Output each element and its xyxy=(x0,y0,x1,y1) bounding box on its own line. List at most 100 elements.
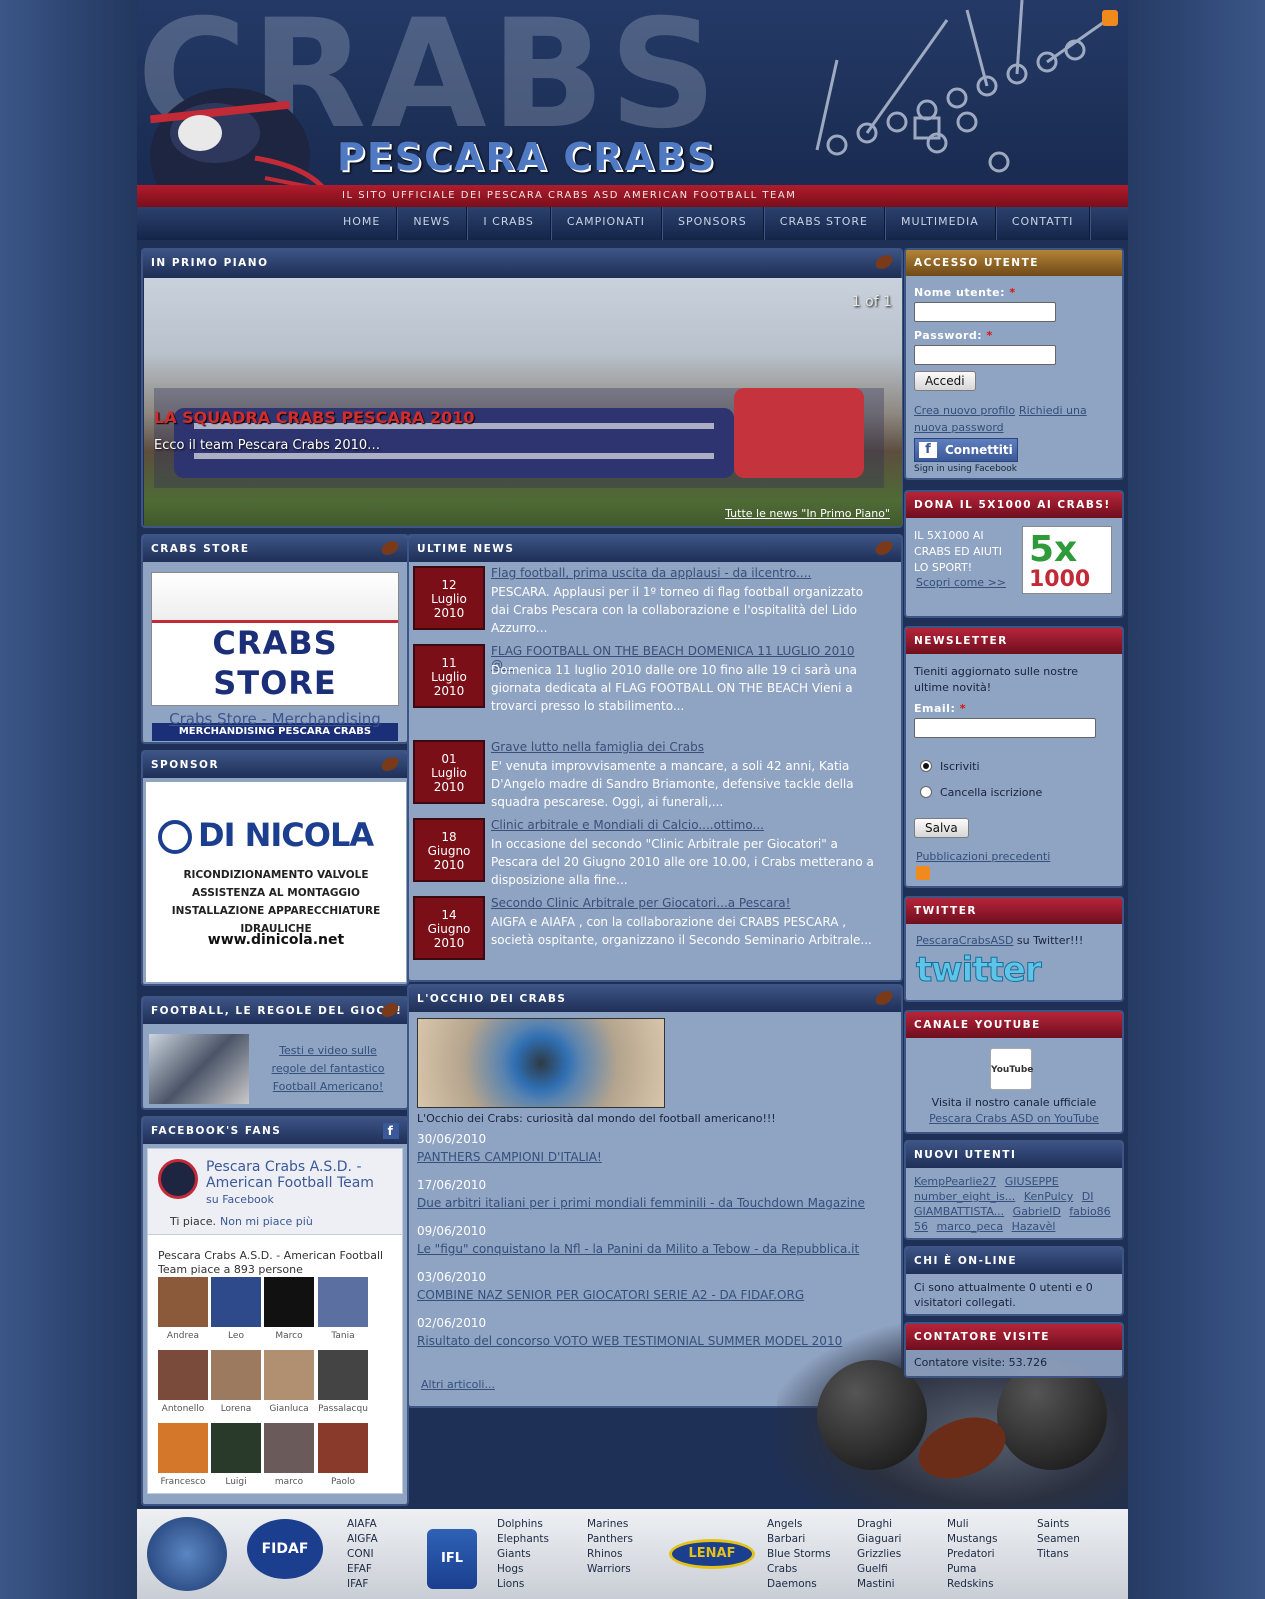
newsletter-save-button[interactable]: Salva xyxy=(914,818,969,838)
twitter-logo[interactable]: twitter xyxy=(916,950,1043,991)
create-account-link[interactable]: Crea nuovo profilo xyxy=(914,404,1015,417)
nav-news[interactable]: NEWS xyxy=(397,207,468,240)
fan-avatar[interactable] xyxy=(318,1277,368,1327)
footer-link[interactable]: Panthers xyxy=(587,1532,633,1547)
footer-link[interactable]: Warriors xyxy=(587,1562,633,1577)
crabs-store-logo[interactable]: CRABS STORE MERCHANDISING PESCARA CRABS xyxy=(151,572,399,741)
footer-link[interactable]: AIGFA xyxy=(347,1532,378,1547)
fan-avatar[interactable] xyxy=(264,1277,314,1327)
nav-sponsors[interactable]: SPONSORS xyxy=(662,207,764,240)
footer-link[interactable]: Guelfi xyxy=(857,1562,901,1577)
fan-name[interactable]: marco xyxy=(264,1477,314,1487)
new-user-link[interactable]: KenPulcy xyxy=(1024,1190,1073,1203)
occhio-article-link[interactable]: PANTHERS CAMPIONI D'ITALIA! xyxy=(417,1150,602,1164)
nav-multimedia[interactable]: MULTIMEDIA xyxy=(885,207,996,240)
nav-i-crabs[interactable]: I CRABS xyxy=(467,207,551,240)
fan-avatar[interactable] xyxy=(158,1277,208,1327)
all-featured-link[interactable]: Tutte le news "In Primo Piano" xyxy=(725,507,890,520)
occhio-article-link[interactable]: Le "figu" conquistano la Nfl - la Panini… xyxy=(417,1242,859,1256)
footer-link[interactable]: Mustangs xyxy=(947,1532,998,1547)
footer-link[interactable]: Grizzlies xyxy=(857,1547,901,1562)
fan-avatar[interactable] xyxy=(264,1423,314,1473)
new-user-link[interactable]: Hazavèl xyxy=(1012,1220,1056,1233)
youtube-link[interactable]: Pescara Crabs ASD on YouTube xyxy=(906,1112,1122,1125)
facebook-connect-button[interactable]: f Connettiti xyxy=(914,438,1018,462)
fb-page-avatar[interactable] xyxy=(158,1159,198,1199)
fb-page-name[interactable]: Pescara Crabs A.S.D. - American Football… xyxy=(206,1159,396,1191)
rss-icon[interactable] xyxy=(916,866,930,880)
subscribe-radio[interactable] xyxy=(920,760,932,772)
fan-name[interactable]: Paolo xyxy=(318,1477,368,1487)
nav-home[interactable]: HOME xyxy=(327,207,398,240)
fan-name[interactable]: Andrea xyxy=(158,1331,208,1341)
footer-link[interactable]: Seamen xyxy=(1037,1532,1080,1547)
footer-link[interactable]: IFAF xyxy=(347,1577,378,1592)
fan-name[interactable]: Passalacqu xyxy=(318,1404,368,1414)
news-title-link[interactable]: Flag football, prima uscita da applausi … xyxy=(491,566,811,580)
news-title-link[interactable]: Clinic arbitrale e Mondiali di Calcio...… xyxy=(491,818,764,832)
fan-name[interactable]: Leo xyxy=(211,1331,261,1341)
footer-link[interactable]: Draghi xyxy=(857,1517,901,1532)
footer-link[interactable]: AIAFA xyxy=(347,1517,378,1532)
fan-avatar[interactable] xyxy=(211,1350,261,1400)
footer-link[interactable]: Mastini xyxy=(857,1577,901,1592)
new-user-link[interactable]: GIUSEPPE xyxy=(1005,1175,1059,1188)
footer-link[interactable]: EFAF xyxy=(347,1562,378,1577)
footer-link[interactable]: Barbari xyxy=(767,1532,831,1547)
username-input[interactable] xyxy=(914,302,1056,322)
fan-avatar[interactable] xyxy=(318,1423,368,1473)
fan-name[interactable]: Marco xyxy=(264,1331,314,1341)
crabs-store-link[interactable]: Crabs Store - Merchandising xyxy=(143,710,407,728)
footer-link[interactable]: Blue Storms xyxy=(767,1547,831,1562)
footer-link[interactable]: Daemons xyxy=(767,1577,831,1592)
fan-avatar[interactable] xyxy=(158,1350,208,1400)
footer-link[interactable]: Predatori xyxy=(947,1547,998,1562)
featured-title[interactable]: LA SQUADRA CRABS PESCARA 2010 xyxy=(154,408,475,427)
nav-campionati[interactable]: CAMPIONATI xyxy=(551,207,663,240)
password-input[interactable] xyxy=(914,345,1056,365)
new-user-link[interactable]: marco_peca xyxy=(937,1220,1004,1233)
fan-name[interactable]: Luigi xyxy=(211,1477,261,1487)
occhio-image[interactable] xyxy=(417,1018,665,1108)
news-title-link[interactable]: Grave lutto nella famiglia dei Crabs xyxy=(491,740,704,754)
more-articles-link[interactable]: Altri articoli... xyxy=(421,1378,495,1391)
occhio-article-link[interactable]: Due arbitri italiani per i primi mondial… xyxy=(417,1196,865,1210)
fan-name[interactable]: Antonello xyxy=(158,1404,208,1414)
new-user-link[interactable]: KempPearlie27 xyxy=(914,1175,996,1188)
footer-link[interactable]: Marines xyxy=(587,1517,633,1532)
lenaf-logo[interactable]: LENAF xyxy=(669,1539,755,1569)
fan-name[interactable]: Lorena xyxy=(211,1404,261,1414)
footer-link[interactable]: CONI xyxy=(347,1547,378,1562)
dona-link[interactable]: Scopri come >> xyxy=(916,576,1006,589)
fidaf-logo[interactable]: FIDAF xyxy=(247,1519,323,1579)
unsubscribe-radio[interactable] xyxy=(920,786,932,798)
footer-link[interactable]: Hogs xyxy=(497,1562,549,1577)
fb-on-facebook[interactable]: su Facebook xyxy=(206,1193,274,1206)
footer-link[interactable]: Rhinos xyxy=(587,1547,633,1562)
footer-link[interactable]: Dolphins xyxy=(497,1517,549,1532)
previous-issues-link[interactable]: Pubblicazioni precedenti xyxy=(916,850,1050,863)
new-user-link[interactable]: number_eight_is... xyxy=(914,1190,1015,1203)
newsletter-email-input[interactable] xyxy=(914,718,1096,738)
fan-name[interactable]: Gianluca xyxy=(264,1404,314,1414)
footer-link[interactable]: Crabs xyxy=(767,1562,831,1577)
fan-avatar[interactable] xyxy=(318,1350,368,1400)
fan-name[interactable]: Francesco xyxy=(158,1477,208,1487)
youtube-logo[interactable]: YouTube xyxy=(990,1048,1033,1090)
footer-link[interactable]: Titans xyxy=(1037,1547,1080,1562)
new-user-link[interactable]: GabrielD xyxy=(1013,1205,1061,1218)
fan-name[interactable]: Tania xyxy=(318,1331,368,1341)
new-user-link[interactable]: 56 xyxy=(914,1220,928,1233)
rules-photo[interactable] xyxy=(149,1034,249,1104)
footer-link[interactable]: Redskins xyxy=(947,1577,998,1592)
footer-link[interactable]: Giants xyxy=(497,1547,549,1562)
footer-link[interactable]: Lions xyxy=(497,1577,549,1592)
5x1000-logo[interactable]: 5x 1000 xyxy=(1022,526,1112,594)
fan-avatar[interactable] xyxy=(211,1423,261,1473)
footer-link[interactable]: Saints xyxy=(1037,1517,1080,1532)
site-title[interactable]: PESCARA CRABS xyxy=(337,135,716,179)
new-user-link[interactable]: fabio86 xyxy=(1069,1205,1110,1218)
nav-contatti[interactable]: CONTATTI xyxy=(996,207,1091,240)
rss-icon[interactable] xyxy=(1102,10,1118,26)
footer-link[interactable]: Elephants xyxy=(497,1532,549,1547)
